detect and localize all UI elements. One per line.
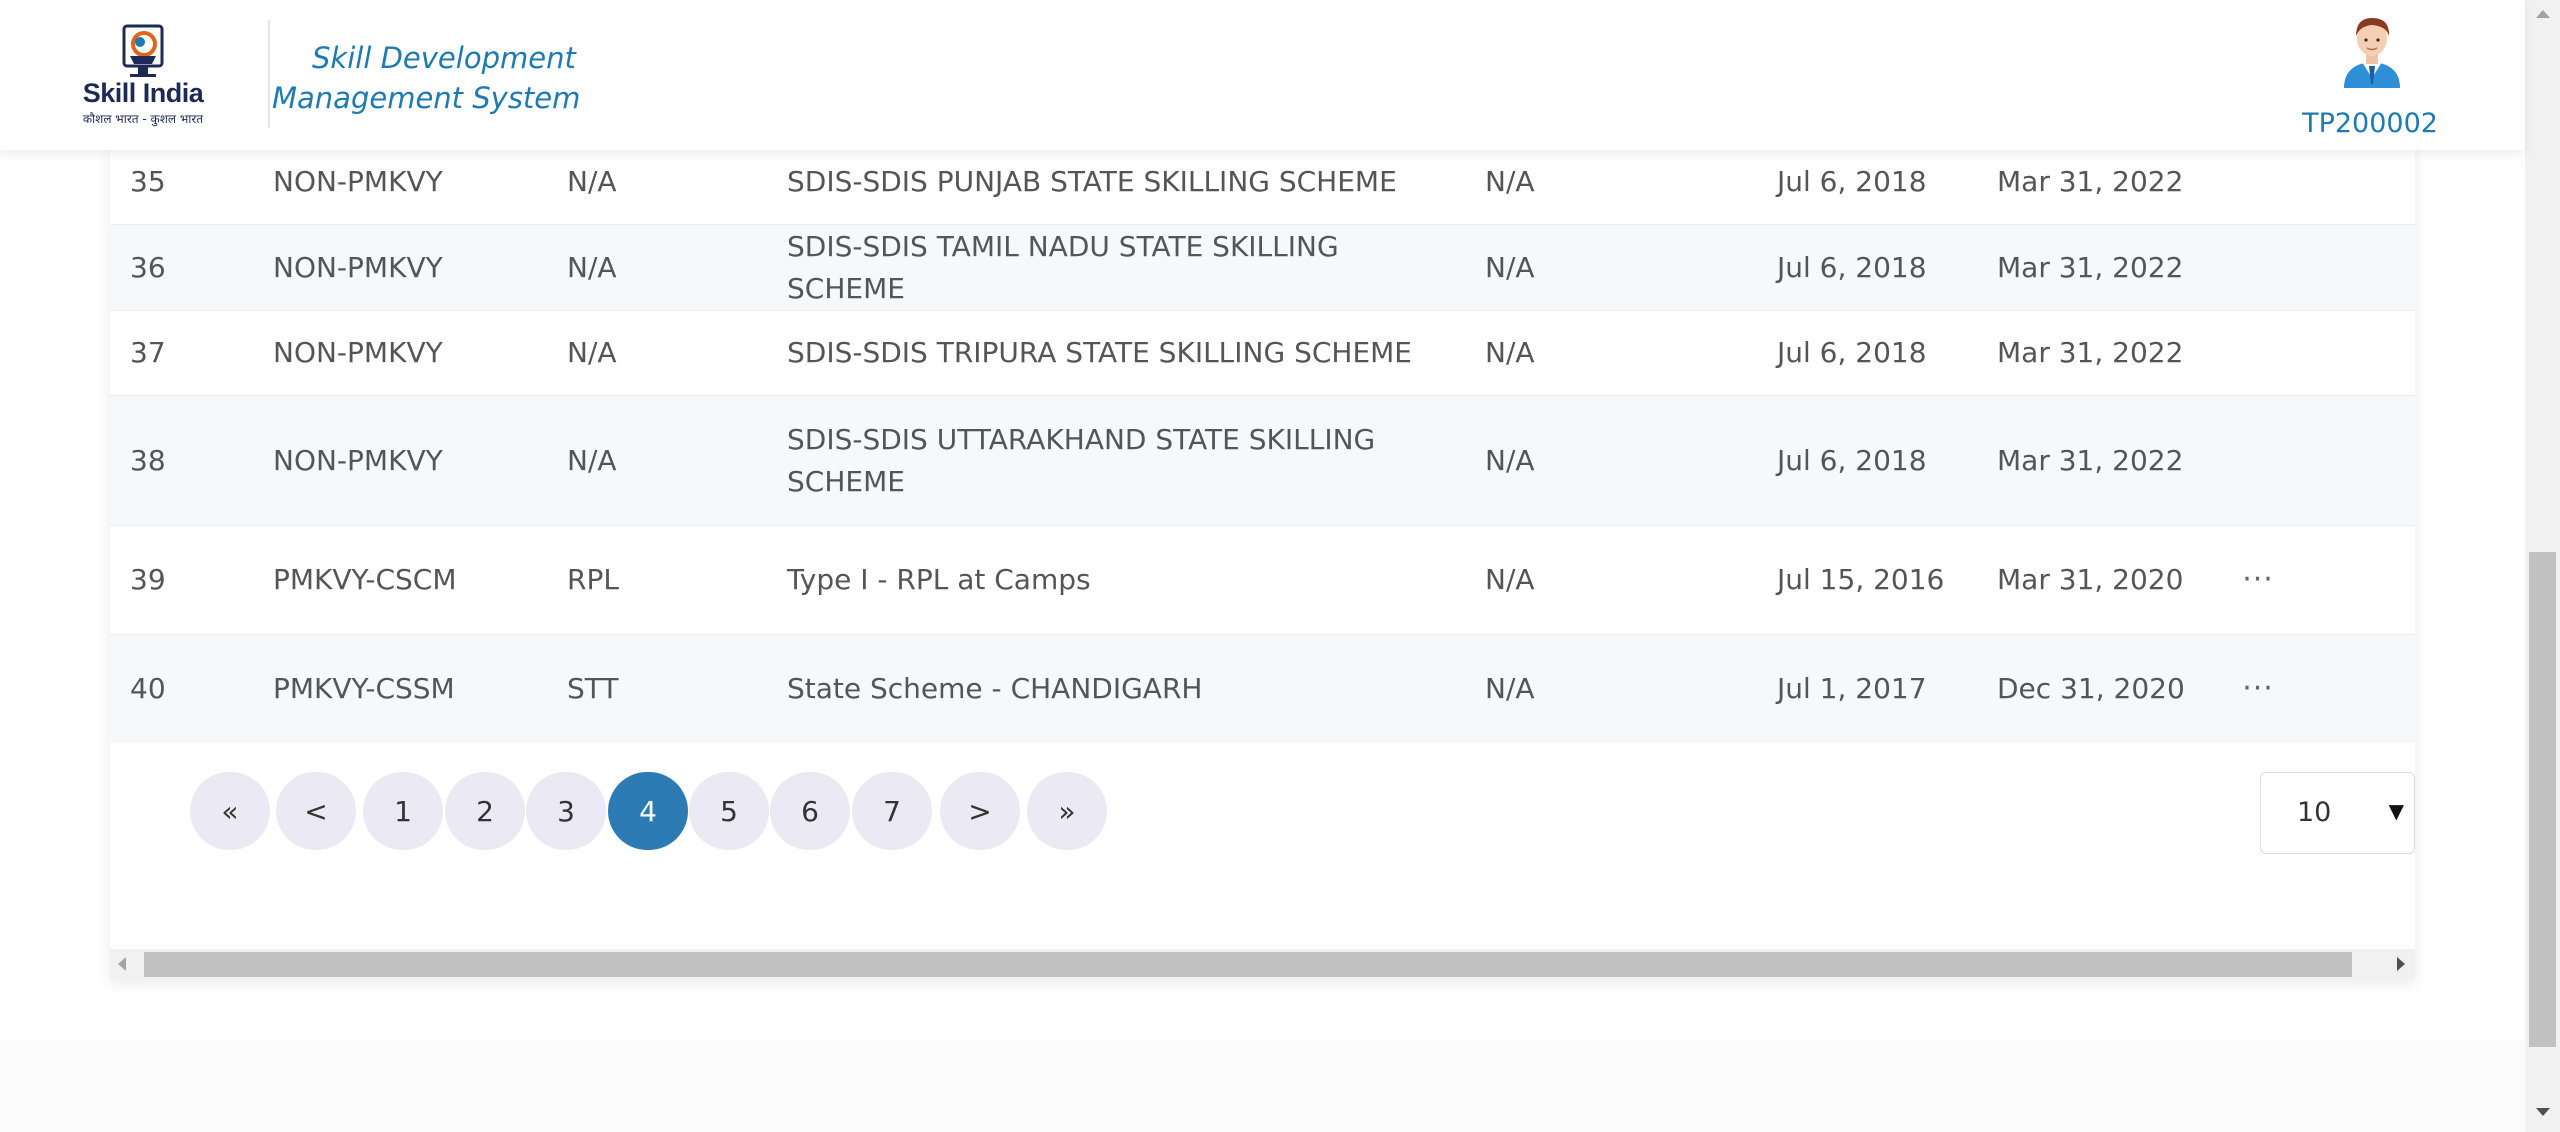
first-page-button[interactable]: « [190,772,270,850]
row-number: 39 [130,563,166,596]
page-size-select[interactable]: 10 ▼ [2260,772,2415,854]
row-number: 35 [130,165,166,198]
end-date: Mar 31, 2020 [1997,563,2184,596]
page-size-value: 10 [2297,797,2332,828]
scheme-extra: N/A [1485,165,1535,198]
page-button-7[interactable]: 7 [852,772,932,850]
header-divider [268,20,270,128]
scheme-type: NON-PMKVY [273,443,443,477]
page: Skill India कौशल भारत - कुशल भारत Skill … [0,0,2525,1132]
page-button-5[interactable]: 5 [689,772,769,850]
end-date: Mar 31, 2022 [1997,165,2184,198]
scheme-subtype: N/A [567,165,617,198]
table-row: 39 PMKVY-CSCM RPL Type I - RPL at Camps … [110,526,2415,635]
scheme-type: PMKVY-CSSM [273,672,455,705]
start-date: Jul 6, 2018 [1777,443,1927,477]
page-button-2[interactable]: 2 [445,772,525,850]
page-button-4-current[interactable]: 4 [608,772,688,850]
page-button-6[interactable]: 6 [770,772,850,850]
scheme-name: SDIS-SDIS TAMIL NADU STATE SKILLING SCHE… [787,229,1339,305]
end-date: Mar 31, 2022 [1997,250,2184,284]
row-number: 38 [130,443,166,477]
scheme-subtype: N/A [567,250,617,284]
page-button-1[interactable]: 1 [363,772,443,850]
table-row: 35 NON-PMKVY N/A SDIS-SDIS PUNJAB STATE … [110,140,2415,225]
next-page-button[interactable]: > [940,772,1020,850]
table-row: 38 NON-PMKVY N/A SDIS-SDIS UTTARAKHAND S… [110,396,2415,526]
start-date: Jul 6, 2018 [1777,165,1927,198]
row-actions-button[interactable]: ··· [2228,635,2288,743]
dropdown-arrow-icon: ▼ [2388,799,2404,823]
user-avatar-icon [2344,18,2400,88]
logo-text: Skill India [82,78,204,108]
row-actions-button[interactable]: ··· [2228,526,2288,634]
scroll-right-arrow-icon[interactable] [2397,957,2405,971]
table-row: 40 PMKVY-CSSM STT State Scheme - CHANDIG… [110,635,2415,743]
skill-india-emblem-icon [122,24,164,77]
scheme-extra: N/A [1485,563,1535,596]
scheme-table-card: 35 NON-PMKVY N/A SDIS-SDIS PUNJAB STATE … [110,140,2415,980]
start-date: Jul 15, 2016 [1777,563,1945,596]
scheme-type: NON-PMKVY [273,336,443,369]
start-date: Jul 6, 2018 [1777,336,1927,369]
scroll-left-arrow-icon[interactable] [118,957,126,971]
page-button-3[interactable]: 3 [526,772,606,850]
last-page-button[interactable]: » [1027,772,1107,850]
skill-india-logo[interactable]: Skill India कौशल भारत - कुशल भारत [78,24,208,128]
logo-tagline: कौशल भारत - कुशल भारत [82,112,204,126]
horizontal-scrollbar[interactable] [110,949,2415,980]
scheme-type: NON-PMKVY [273,165,443,198]
scroll-down-arrow-icon[interactable] [2536,1108,2550,1116]
row-number: 36 [130,250,166,284]
scheme-name: SDIS-SDIS PUNJAB STATE SKILLING SCHEME [787,165,1397,198]
row-number: 37 [130,336,166,369]
page-footer-area [0,1040,2525,1132]
scheme-name: State Scheme - CHANDIGARH [787,672,1203,705]
scheme-extra: N/A [1485,672,1535,705]
scheme-subtype: RPL [567,563,619,596]
app-header: Skill India कौशल भारत - कुशल भारत Skill … [0,0,2525,150]
scheme-name: SDIS-SDIS UTTARAKHAND STATE SKILLING SCH… [787,422,1376,498]
scroll-up-arrow-icon[interactable] [2536,10,2550,18]
scheme-subtype: N/A [567,336,617,369]
start-date: Jul 1, 2017 [1777,672,1927,705]
scheme-extra: N/A [1485,250,1535,284]
app-title: Skill Development Management System [272,41,581,115]
scheme-name: Type I - RPL at Camps [787,563,1091,596]
vertical-scrollbar[interactable] [2525,0,2560,1132]
vertical-scroll-thumb[interactable] [2529,552,2556,1047]
user-profile-menu[interactable]: TP200002 [2290,12,2450,142]
user-id: TP200002 [2302,108,2438,139]
scheme-type: NON-PMKVY [273,250,443,284]
end-date: Mar 31, 2022 [1997,443,2184,477]
scheme-subtype: STT [567,672,619,705]
start-date: Jul 6, 2018 [1777,250,1927,284]
row-number: 40 [130,672,166,705]
scheme-type: PMKVY-CSCM [273,563,457,596]
table-row: 36 NON-PMKVY N/A SDIS-SDIS TAMIL NADU ST… [110,225,2415,311]
prev-page-button[interactable]: < [276,772,356,850]
scheme-extra: N/A [1485,443,1535,477]
scheme-subtype: N/A [567,443,617,477]
scheme-extra: N/A [1485,336,1535,369]
table-row: 37 NON-PMKVY N/A SDIS-SDIS TRIPURA STATE… [110,311,2415,396]
end-date: Dec 31, 2020 [1997,672,2185,705]
end-date: Mar 31, 2022 [1997,336,2184,369]
horizontal-scroll-thumb[interactable] [144,952,2352,977]
scheme-name: SDIS-SDIS TRIPURA STATE SKILLING SCHEME [787,336,1412,369]
